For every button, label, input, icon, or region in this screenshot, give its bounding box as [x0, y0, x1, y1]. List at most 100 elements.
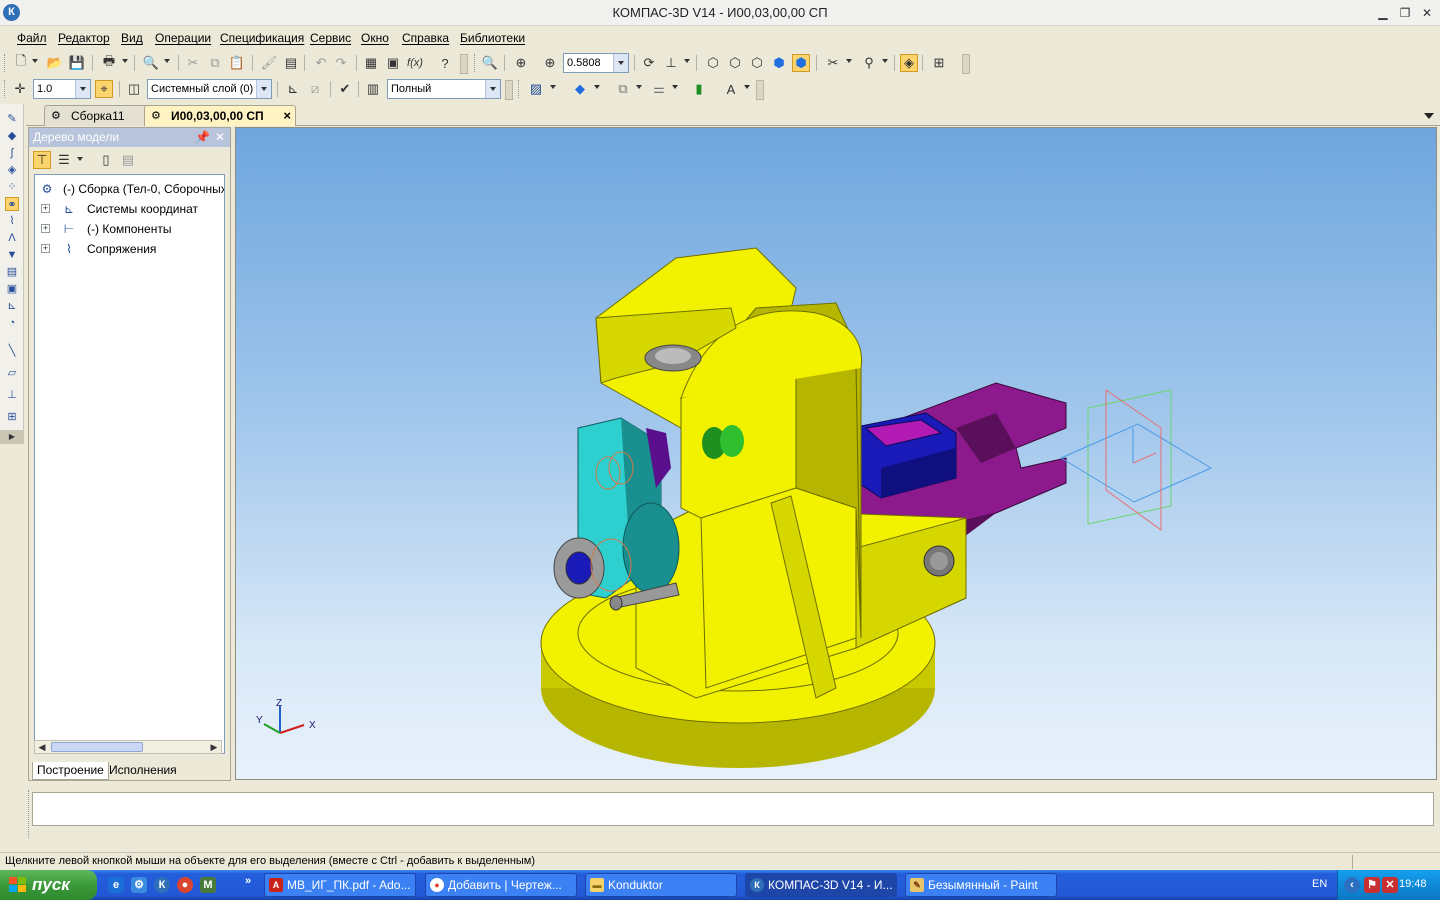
task-item-chrome[interactable]: ● Добавить | Чертеж... — [425, 873, 577, 897]
tab-construction[interactable]: Построение — [32, 762, 109, 780]
rotate-icon[interactable]: ⟳ — [640, 54, 658, 72]
chevron-down-icon[interactable] — [77, 157, 83, 161]
auxiliary-geometry-icon[interactable]: ◔ — [5, 316, 19, 330]
variables-icon[interactable]: f(x) — [406, 54, 424, 72]
toolbar-end[interactable] — [505, 80, 513, 100]
line-icon[interactable]: ╲ — [5, 344, 19, 358]
close-tab-icon[interactable]: × — [283, 106, 291, 126]
new-document-icon[interactable]: 🗋 — [12, 53, 30, 72]
measure-icon[interactable]: ▮ — [690, 80, 708, 98]
quick-launch-more-icon[interactable]: » — [243, 873, 253, 889]
chevron-down-icon[interactable] — [485, 80, 500, 98]
add-component-icon[interactable]: ◆ — [5, 129, 19, 143]
language-indicator[interactable]: EN — [1312, 878, 1327, 890]
chevron-down-icon[interactable] — [594, 85, 600, 89]
chevron-down-icon[interactable] — [122, 59, 128, 63]
chevron-down-icon[interactable] — [256, 80, 271, 98]
toolbar-end[interactable] — [460, 54, 468, 74]
tree-properties-icon[interactable]: ▯ — [97, 151, 115, 169]
halftone-icon[interactable]: ⬢ — [770, 54, 788, 72]
horizontal-scrollbar[interactable]: ◀ ▶ — [34, 740, 222, 754]
reports-icon[interactable]: ▣ — [5, 282, 19, 296]
snap-point-icon[interactable]: ✛ — [11, 80, 29, 98]
menu-specification[interactable]: Спецификация — [220, 31, 304, 45]
tab-assembly11[interactable]: ⚙ Сборка11 — [44, 105, 152, 126]
properties-panel[interactable] — [32, 792, 1434, 826]
sheet-metal-icon[interactable]: ⊞ — [5, 410, 19, 424]
filter-icon[interactable]: ▼ — [5, 248, 19, 262]
task-item-kompas[interactable]: К КОМПАС-3D V14 - И... — [745, 873, 897, 897]
manager-icon[interactable]: ▦ — [362, 54, 380, 72]
scale-field[interactable]: 1.0 — [33, 79, 91, 99]
settings-icon[interactable]: ⚙ — [131, 877, 147, 893]
chevron-down-icon[interactable] — [684, 59, 690, 63]
pin-icon[interactable]: 📌 — [195, 128, 210, 147]
expand-icon[interactable]: + — [41, 224, 50, 233]
mates-icon[interactable]: ⚭ — [5, 197, 19, 211]
restore-button[interactable]: ❐ — [1396, 5, 1414, 21]
chevron-down-icon[interactable] — [744, 85, 750, 89]
start-button[interactable]: пуск — [0, 870, 97, 900]
layers-icon[interactable]: ◫ — [125, 80, 143, 98]
network-icon[interactable]: ⚑ — [1364, 877, 1380, 893]
specification-icon[interactable]: ▤ — [5, 265, 19, 279]
chevron-down-icon[interactable] — [550, 85, 556, 89]
panel-grip[interactable] — [28, 790, 31, 838]
spatial-curves-icon[interactable]: ∫ — [5, 146, 19, 160]
zoom-all-icon[interactable]: ⊕ — [512, 54, 530, 72]
detail-level-icon[interactable]: ▥ — [364, 80, 382, 98]
zoom-field[interactable]: 0.5808 — [563, 53, 629, 73]
menu-file[interactable]: Файл — [17, 31, 47, 45]
save-icon[interactable]: 💾 — [68, 54, 86, 72]
hidden-lines-icon[interactable]: ⬡ — [726, 54, 744, 72]
solid-color-icon[interactable]: ◆ — [571, 80, 589, 98]
display-mode-field[interactable]: Полный — [387, 79, 501, 99]
menu-view[interactable]: Вид — [121, 31, 143, 45]
properties-icon[interactable]: ▤ — [282, 54, 300, 72]
tray-expand-icon[interactable]: ‹ — [1344, 877, 1360, 893]
copy-objects-icon[interactable]: ⧉ — [614, 80, 632, 98]
copy-icon[interactable]: ⧉ — [206, 54, 224, 72]
zoom-window-icon[interactable]: 🔍 — [481, 54, 499, 72]
chevron-down-icon[interactable] — [882, 59, 888, 63]
tab-variants[interactable]: Исполнения — [105, 762, 181, 780]
chevron-down-icon[interactable] — [32, 59, 38, 63]
tree-view-mode-icon[interactable]: ☰ — [55, 151, 73, 169]
orientation-icon[interactable]: ⊥ — [662, 54, 680, 72]
print-icon[interactable]: 🖶 — [100, 53, 118, 72]
toolbar-end[interactable] — [756, 80, 764, 100]
chevron-down-icon[interactable] — [613, 54, 628, 72]
redo-icon[interactable]: ↷ — [332, 54, 350, 72]
chevron-down-icon[interactable] — [636, 85, 642, 89]
chevron-down-icon[interactable] — [846, 59, 852, 63]
toolbar-grip[interactable] — [4, 54, 7, 72]
halftone-edges-icon[interactable]: ⬢ — [792, 54, 810, 72]
tab-active-document[interactable]: ⚙ И00,03,00,00 СП × — [144, 105, 296, 126]
close-icon[interactable]: ✕ — [213, 128, 227, 147]
menu-help[interactable]: Справка — [402, 31, 449, 45]
toolbar-grip[interactable] — [518, 80, 521, 98]
cut-icon[interactable]: ✂ — [184, 54, 202, 72]
security-icon[interactable]: ✕ — [1382, 877, 1398, 893]
open-folder-icon[interactable]: 📂 — [46, 54, 64, 72]
dimensions-icon[interactable]: Λ — [5, 231, 19, 245]
tree-export-icon[interactable]: ▤ — [119, 151, 137, 169]
surfaces-icon[interactable]: ◈ — [5, 163, 19, 177]
close-button[interactable]: ✕ — [1418, 5, 1436, 21]
chevron-down-icon[interactable] — [672, 85, 678, 89]
task-item-pdf[interactable]: A МВ_ИГ_ПК.pdf - Ado... — [264, 873, 416, 897]
hatch-icon[interactable]: ▨ — [527, 80, 545, 98]
section-icon[interactable]: ✂ — [824, 54, 842, 72]
layer-field[interactable]: Системный слой (0) — [147, 79, 272, 99]
chevron-down-icon[interactable] — [164, 59, 170, 63]
filter-icon[interactable]: ⚲ — [860, 54, 878, 72]
scroll-thumb[interactable] — [51, 742, 143, 752]
undo-icon[interactable]: ↶ — [312, 54, 330, 72]
toolbar-grip[interactable] — [474, 54, 477, 72]
plane-icon[interactable]: ▱ — [5, 366, 19, 380]
perspective-icon[interactable]: ◈ — [900, 54, 918, 72]
expand-panel-icon[interactable]: ▶ — [0, 430, 24, 444]
paste-icon[interactable]: 📋 — [228, 54, 246, 72]
menu-service[interactable]: Сервис — [310, 31, 351, 45]
edit-part-icon[interactable]: ✎ — [5, 112, 19, 126]
